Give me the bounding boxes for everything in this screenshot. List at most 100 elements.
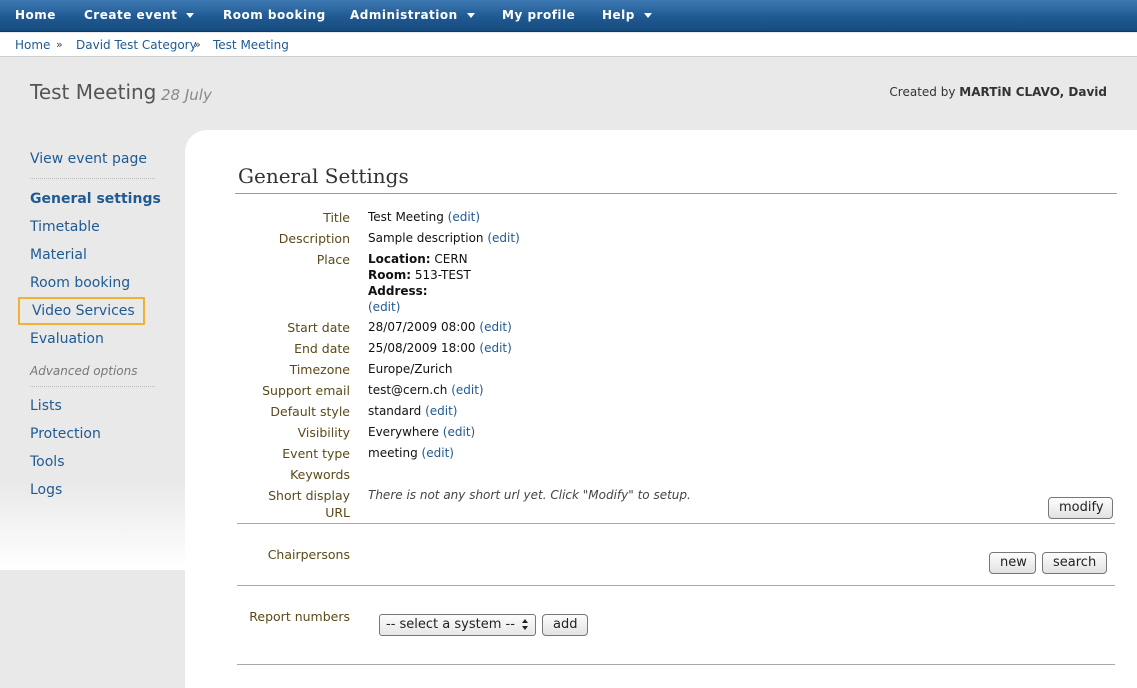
- breadcrumb-event[interactable]: Test Meeting: [213, 38, 289, 52]
- breadcrumb-separator: »: [194, 38, 201, 51]
- support-email-value: test@cern.ch: [368, 383, 448, 397]
- sidebar-item-material[interactable]: Material: [30, 247, 87, 263]
- page-title: Test Meeting: [30, 80, 157, 104]
- edit-start-date-link[interactable]: (edit): [479, 320, 511, 334]
- visibility-value: Everywhere: [368, 425, 439, 439]
- sidebar-item-general-settings[interactable]: General settings: [30, 191, 161, 207]
- nav-home[interactable]: Home: [15, 0, 56, 32]
- edit-title-link[interactable]: (edit): [448, 210, 480, 224]
- edit-event-type-link[interactable]: (edit): [422, 446, 454, 460]
- edit-default-style-link[interactable]: (edit): [425, 404, 457, 418]
- menu-divider: [30, 386, 155, 387]
- chevron-down-icon: [186, 13, 195, 18]
- default-style-value: standard: [368, 404, 422, 418]
- breadcrumb-home[interactable]: Home: [15, 38, 50, 52]
- modify-button[interactable]: modify: [1048, 497, 1113, 519]
- nav-create-event-label: Create event: [84, 8, 178, 22]
- location-value: CERN: [434, 252, 468, 266]
- section-divider: [237, 585, 1115, 586]
- edit-place-link[interactable]: (edit): [368, 300, 400, 314]
- sidebar-item-logs[interactable]: Logs: [30, 482, 62, 498]
- location-label: Location:: [368, 252, 431, 266]
- nav-administration[interactable]: Administration: [350, 0, 475, 32]
- sidebar-item-room-booking[interactable]: Room booking: [30, 275, 130, 291]
- room-value: 513-TEST: [414, 268, 471, 282]
- default-style-label: Default style: [270, 404, 350, 419]
- description-value: Sample description: [368, 231, 484, 245]
- sidebar-item-video-services[interactable]: Video Services: [18, 297, 145, 325]
- timezone-value: Europe/Zurich: [368, 362, 453, 376]
- nav-help-label: Help: [602, 8, 635, 22]
- edit-end-date-link[interactable]: (edit): [479, 341, 511, 355]
- chevron-down-icon: [643, 13, 652, 18]
- nav-home-label: Home: [15, 8, 56, 22]
- nav-help[interactable]: Help: [602, 0, 652, 32]
- place-location-row: Location: CERN: [368, 252, 468, 266]
- default-style-row: standard (edit): [368, 404, 457, 418]
- timezone-label: Timezone: [289, 362, 350, 377]
- place-label: Place: [316, 252, 350, 267]
- add-report-number-button[interactable]: add: [542, 614, 588, 636]
- keywords-label: Keywords: [290, 467, 350, 482]
- chairpersons-label: Chairpersons: [267, 547, 350, 562]
- start-date-row: 28/07/2009 08:00 (edit): [368, 320, 512, 334]
- sidebar-item-lists[interactable]: Lists: [30, 398, 62, 414]
- sidebar-item-evaluation[interactable]: Evaluation: [30, 331, 104, 347]
- creator-name: MARTiN CLAVO, David: [959, 85, 1107, 99]
- sidebar-item-tools[interactable]: Tools: [30, 454, 65, 470]
- view-event-page-link[interactable]: View event page: [30, 151, 147, 167]
- breadcrumb-category[interactable]: David Test Category: [76, 38, 197, 52]
- event-type-value: meeting: [368, 446, 418, 460]
- place-address-row: Address:: [368, 284, 428, 298]
- breadcrumb-separator: »: [56, 38, 63, 51]
- edit-description-link[interactable]: (edit): [487, 231, 519, 245]
- report-system-selected: -- select a system --: [386, 617, 515, 632]
- start-date-value: 28/07/2009 08:00: [368, 320, 476, 334]
- report-system-select[interactable]: -- select a system --: [379, 614, 536, 636]
- end-date-value: 25/08/2009 18:00: [368, 341, 476, 355]
- nav-my-profile-label: My profile: [502, 8, 576, 22]
- breadcrumb: Home » David Test Category » Test Meetin…: [0, 33, 1137, 57]
- side-menu: View event page General settings Timetab…: [0, 130, 185, 570]
- room-label: Room:: [368, 268, 412, 282]
- menu-divider: [30, 178, 155, 179]
- search-chairperson-button[interactable]: search: [1042, 552, 1107, 574]
- edit-visibility-link[interactable]: (edit): [443, 425, 475, 439]
- select-arrows-icon: [522, 618, 530, 632]
- created-by-prefix: Created by: [889, 85, 956, 99]
- event-type-row: meeting (edit): [368, 446, 454, 460]
- nav-room-booking[interactable]: Room booking: [223, 0, 326, 32]
- general-settings-panel: General Settings Title Test Meeting (edi…: [185, 130, 1137, 688]
- new-chairperson-button[interactable]: new: [989, 552, 1036, 574]
- section-divider: [237, 523, 1115, 524]
- event-date: 28 July: [161, 86, 212, 104]
- top-navigation-bar: Home Create event Room booking Administr…: [0, 0, 1137, 32]
- title-label: Title: [323, 210, 350, 225]
- nav-my-profile[interactable]: My profile: [502, 0, 575, 32]
- end-date-row: 25/08/2009 18:00 (edit): [368, 341, 512, 355]
- advanced-options-heading: Advanced options: [30, 364, 138, 378]
- event-type-label: Event type: [282, 446, 350, 461]
- title-value-row: Test Meeting (edit): [368, 210, 480, 224]
- place-room-row: Room: 513-TEST: [368, 268, 471, 282]
- nav-room-booking-label: Room booking: [223, 8, 326, 22]
- place-edit-row: (edit): [368, 300, 400, 314]
- sidebar-item-protection[interactable]: Protection: [30, 426, 101, 442]
- start-date-label: Start date: [287, 320, 350, 335]
- description-value-row: Sample description (edit): [368, 231, 520, 245]
- created-by: Created by MARTiN CLAVO, David: [889, 85, 1107, 99]
- edit-support-email-link[interactable]: (edit): [451, 383, 483, 397]
- short-url-label-line1: Short display: [268, 488, 350, 503]
- section-divider: [237, 664, 1115, 665]
- description-label: Description: [278, 231, 350, 246]
- short-url-label-line2: URL: [325, 505, 350, 520]
- sidebar-item-timetable[interactable]: Timetable: [30, 219, 100, 235]
- title-divider: [235, 193, 1117, 194]
- short-url-value: There is not any short url yet. Click "M…: [368, 488, 691, 502]
- end-date-label: End date: [294, 341, 350, 356]
- visibility-label: Visibility: [297, 425, 350, 440]
- support-email-row: test@cern.ch (edit): [368, 383, 484, 397]
- title-value: Test Meeting: [368, 210, 444, 224]
- nav-create-event[interactable]: Create event: [84, 0, 195, 32]
- report-numbers-label: Report numbers: [249, 609, 350, 624]
